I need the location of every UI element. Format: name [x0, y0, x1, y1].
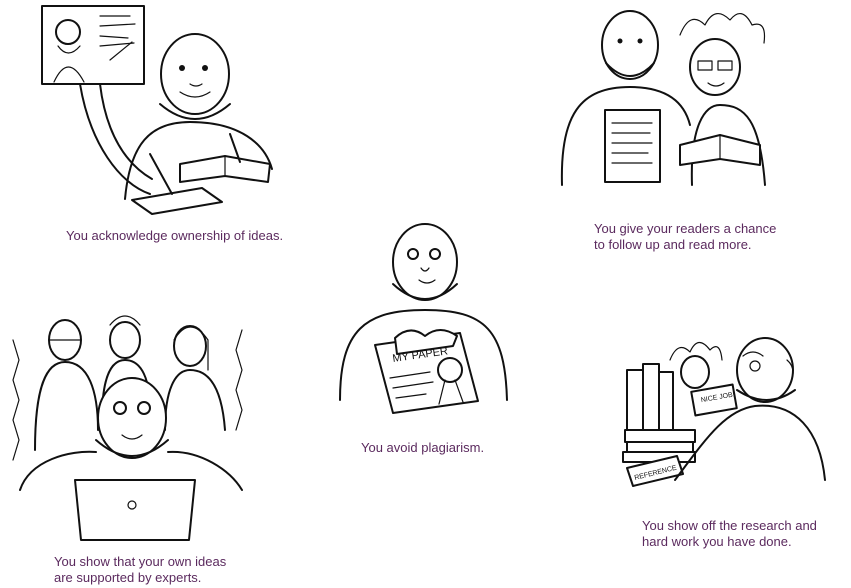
caption-research-line2: hard work you have done. — [642, 534, 792, 549]
caption-ownership: You acknowledge ownership of ideas. — [66, 228, 284, 243]
illustration-man-holding-paper: MY PAPER — [339, 223, 508, 414]
panel-readers: You give your readers a chance to follow… — [560, 5, 820, 255]
caption-experts-line1: You show that your own ideas — [54, 554, 227, 569]
panel-plagiarism: MY PAPER You avoid plagiarism. — [335, 220, 515, 460]
illustration-two-people-with-book — [560, 10, 766, 186]
caption-readers-line2: to follow up and read more. — [594, 237, 752, 252]
illustration-man-at-laptop-with-experts — [12, 315, 243, 541]
panel-research: REFERENCE NICE JOB! You show off the res… — [615, 330, 845, 555]
panel-ownership: You acknowledge ownership of ideas. — [40, 4, 300, 243]
illustration-man-with-books: REFERENCE NICE JOB! — [622, 337, 826, 487]
caption-research-line1: You show off the research and — [642, 518, 817, 533]
caption-plagiarism: You avoid plagiarism. — [361, 440, 485, 455]
caption-experts-line2: are supported by experts. — [54, 570, 202, 585]
illustration-man-reading-book — [41, 5, 273, 215]
panel-experts: You show that your own ideas are support… — [10, 300, 250, 588]
caption-readers-line1: You give your readers a chance — [594, 221, 777, 236]
